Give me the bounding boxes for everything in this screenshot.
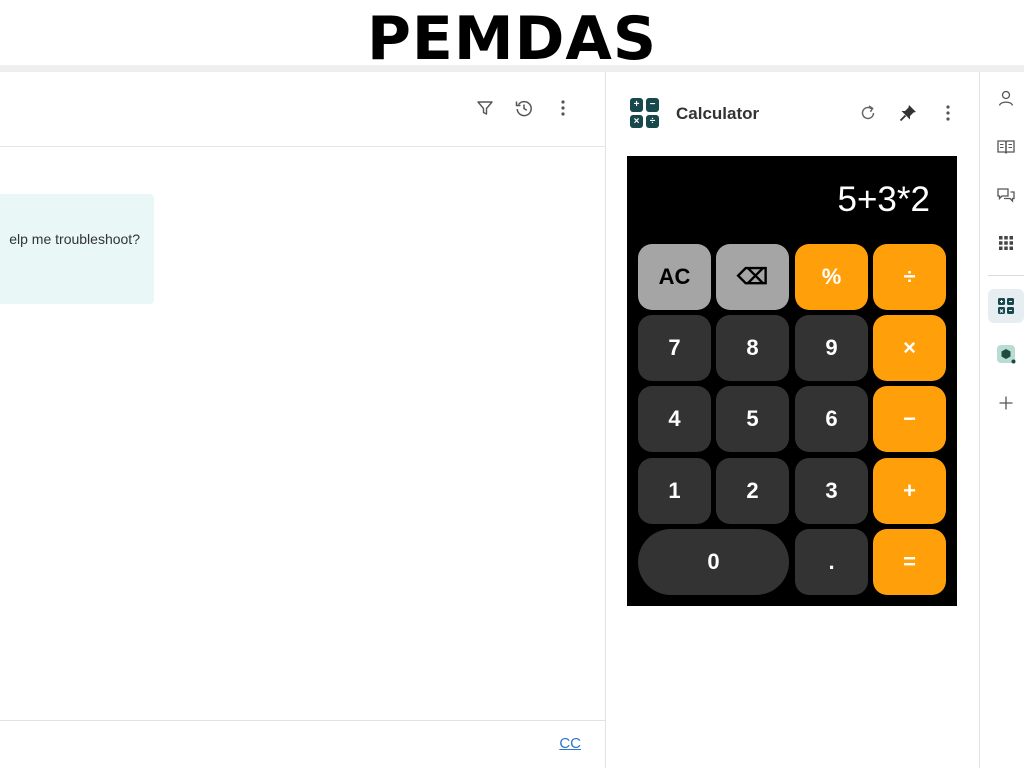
key-digit-4[interactable]: 4: [638, 386, 711, 452]
logo-plus: +: [630, 98, 643, 112]
key-decimal[interactable]: .: [795, 529, 868, 595]
calculator-panel: + − × ÷ Calculator 5+3*2 AC ⌫% ÷ 7 8 9 × 4 5 6−1 2…: [607, 72, 979, 768]
key-digit-9[interactable]: 9: [795, 315, 868, 381]
key-digit-8[interactable]: 8: [716, 315, 789, 381]
logo-minus: −: [646, 98, 659, 112]
panel-header: + − × ÷ Calculator: [607, 72, 979, 152]
filter-icon[interactable]: [473, 96, 497, 120]
key-digit-2[interactable]: 2: [716, 458, 789, 524]
panel-title: Calculator: [676, 104, 760, 123]
logo-times: ×: [630, 114, 643, 128]
calculator-icon[interactable]: [988, 289, 1024, 323]
chat-bubbles-icon[interactable]: [988, 178, 1024, 212]
title-banner: PEMDAS: [0, 0, 1024, 74]
cc-link[interactable]: CC: [559, 735, 581, 752]
add-icon[interactable]: [988, 386, 1024, 420]
key-digit-3[interactable]: 3: [795, 458, 868, 524]
pin-icon[interactable]: [897, 102, 919, 124]
top-divider: [0, 65, 1024, 72]
panel-more-icon[interactable]: [937, 102, 959, 124]
key-minus[interactable]: −: [873, 386, 946, 452]
chat-toolbar: [0, 72, 606, 147]
message-bubble: elp me troubleshoot?: [0, 194, 154, 304]
chat-pane: elp me troubleshoot? CC: [0, 72, 606, 768]
key-digit-5[interactable]: 5: [716, 386, 789, 452]
apps-grid-icon[interactable]: [988, 226, 1024, 260]
cube-app-icon[interactable]: [988, 337, 1024, 371]
logo-divide: ÷: [646, 114, 659, 128]
calculator-display: 5+3*2: [837, 180, 930, 219]
key-digit-0[interactable]: 0: [638, 529, 789, 595]
right-rail: [979, 72, 1024, 768]
calculator-app-logo: + − × ÷: [630, 98, 660, 128]
refresh-icon[interactable]: [857, 102, 879, 124]
chat-footer: CC: [0, 720, 606, 768]
key-divide[interactable]: ÷: [873, 244, 946, 310]
key-percent[interactable]: %: [795, 244, 868, 310]
key-multiply[interactable]: ×: [873, 315, 946, 381]
rail-divider: [988, 275, 1024, 276]
person-icon[interactable]: [988, 81, 1024, 115]
key-backspace[interactable]: ⌫: [716, 244, 789, 310]
history-icon[interactable]: [512, 96, 536, 120]
key-clear[interactable]: AC: [638, 244, 711, 310]
book-icon[interactable]: [988, 130, 1024, 164]
calculator: 5+3*2 AC ⌫% ÷ 7 8 9 × 4 5 6− 1 2 3 +0. =: [627, 156, 957, 606]
key-digit-1[interactable]: 1: [638, 458, 711, 524]
key-plus[interactable]: +: [873, 458, 946, 524]
key-digit-6[interactable]: 6: [795, 386, 868, 452]
message-text: elp me troubleshoot?: [9, 231, 140, 247]
key-digit-7[interactable]: 7: [638, 315, 711, 381]
more-vertical-icon[interactable]: [551, 96, 575, 120]
key-equals[interactable]: =: [873, 529, 946, 595]
